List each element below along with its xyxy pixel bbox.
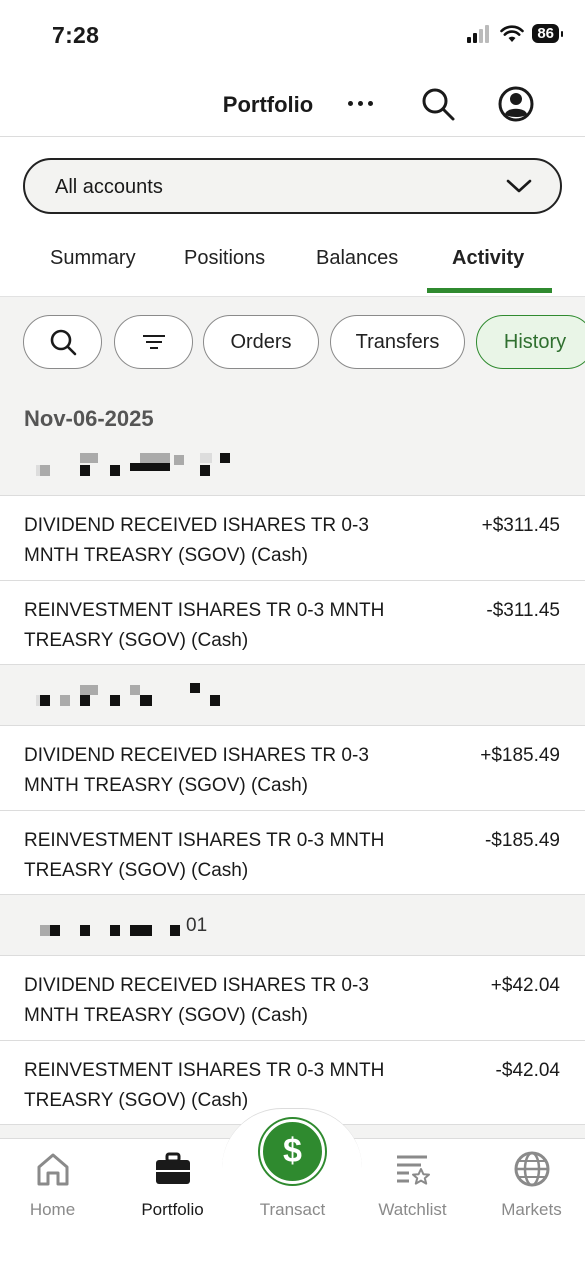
activity-amount: +$42.04 (490, 975, 560, 996)
activity-description: DIVIDEND RECEIVED ISHARES TR 0-3 MNTH TR… (24, 515, 369, 566)
status-bar: 7:28 86 (0, 0, 585, 70)
briefcase-icon (155, 1152, 190, 1184)
wifi-icon (500, 24, 525, 42)
tab-activity[interactable]: Activity (452, 247, 524, 270)
activity-description: REINVESTMENT ISHARES TR 0-3 MNTH TREASRY… (24, 830, 385, 881)
portfolio-tabs: Summary Positions Balances Activity (0, 230, 585, 296)
activity-amount: +$185.49 (480, 745, 560, 766)
masked-account-name (36, 683, 236, 709)
battery-indicator: 86 (532, 24, 563, 43)
activity-row[interactable]: REINVESTMENT ISHARES TR 0-3 MNTH TREASRY… (0, 580, 585, 665)
dollar-sign-icon: $ (283, 1132, 302, 1170)
nav-watchlist[interactable]: Watchlist (354, 1145, 471, 1225)
nav-markets[interactable]: Markets (473, 1145, 585, 1225)
transact-button[interactable]: $ (260, 1119, 325, 1184)
activity-description: DIVIDEND RECEIVED ISHARES TR 0-3 MNTH TR… (24, 745, 369, 796)
account-group-label (0, 671, 585, 727)
activity-row[interactable]: REINVESTMENT ISHARES TR 0-3 MNTH TREASRY… (0, 810, 585, 895)
tab-summary[interactable]: Summary (50, 247, 136, 270)
home-icon (37, 1153, 68, 1186)
search-filter-button[interactable] (23, 315, 102, 369)
nav-portfolio-label: Portfolio (141, 1200, 204, 1219)
activity-row[interactable]: DIVIDEND RECEIVED ISHARES TR 0-3 MNTH TR… (0, 725, 585, 810)
account-group-label (0, 441, 585, 497)
nav-home-label: Home (29, 1200, 76, 1219)
nav-markets-label: Markets (501, 1200, 562, 1219)
transfers-filter-chip[interactable]: Transfers (330, 315, 465, 369)
nav-home[interactable]: Home (0, 1145, 111, 1225)
activity-amount: -$185.49 (484, 830, 560, 851)
activity-amount: -$311.45 (486, 600, 560, 621)
activity-description: REINVESTMENT ISHARES TR 0-3 MNTH TREASRY… (24, 600, 385, 651)
status-time: 7:28 (52, 22, 100, 48)
account-selector[interactable]: All accounts (23, 158, 562, 214)
filter-lines-icon (142, 335, 165, 349)
chevron-down-icon (506, 179, 532, 193)
tab-positions[interactable]: Positions (184, 247, 265, 270)
account-selector-value: All accounts (55, 176, 163, 198)
search-icon (50, 329, 76, 356)
account-group-label: 01 (0, 901, 585, 957)
nav-transact-label: Transact (259, 1200, 326, 1219)
history-filter-chip[interactable]: History (476, 315, 585, 369)
search-icon[interactable] (418, 84, 458, 124)
activity-content: Orders Transfers History Nov-06-2025 DIV… (0, 296, 585, 1138)
active-tab-indicator (427, 288, 552, 293)
account-suffix: 01 (186, 915, 208, 936)
masked-account-name (36, 453, 236, 479)
activity-amount: -$42.04 (495, 1060, 560, 1081)
profile-icon[interactable] (496, 84, 536, 124)
activity-description: DIVIDEND RECEIVED ISHARES TR 0-3 MNTH TR… (24, 975, 369, 1026)
orders-filter-chip[interactable]: Orders (203, 315, 319, 369)
activity-amount: +$311.45 (481, 515, 560, 536)
activity-row[interactable]: DIVIDEND RECEIVED ISHARES TR 0-3 MNTH TR… (0, 955, 585, 1040)
more-options-icon[interactable] (342, 88, 378, 118)
activity-row[interactable]: DIVIDEND RECEIVED ISHARES TR 0-3 MNTH TR… (0, 495, 585, 580)
nav-portfolio[interactable]: Portfolio (114, 1145, 231, 1225)
activity-date-header: Nov-06-2025 (24, 406, 154, 431)
app-header: Portfolio (0, 70, 585, 137)
status-icons: 86 (466, 24, 563, 43)
globe-icon (514, 1151, 549, 1187)
tab-balances[interactable]: Balances (316, 247, 398, 270)
watchlist-icon (396, 1155, 430, 1185)
sort-filter-button[interactable] (114, 315, 193, 369)
nav-watchlist-label: Watchlist (378, 1200, 447, 1219)
activity-description: REINVESTMENT ISHARES TR 0-3 MNTH TREASRY… (24, 1060, 385, 1111)
cellular-signal-icon (467, 24, 490, 43)
